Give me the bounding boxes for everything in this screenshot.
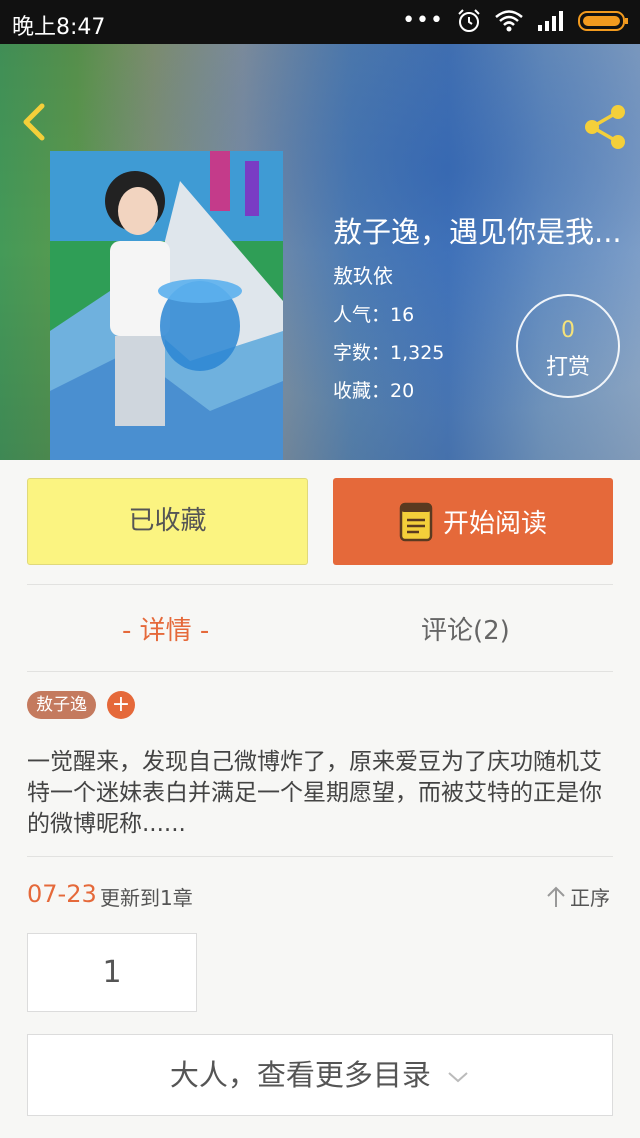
status-bar: 晚上8:47 ••• xyxy=(0,0,640,44)
alarm-icon xyxy=(458,9,480,32)
divider xyxy=(27,856,613,857)
tab-comments[interactable]: 评论(2) xyxy=(421,610,510,647)
book-cover[interactable] xyxy=(50,151,283,460)
back-icon[interactable] xyxy=(16,102,52,142)
favorited-button[interactable]: 已收藏 xyxy=(27,478,308,565)
start-reading-label: 开始阅读 xyxy=(442,509,547,539)
wifi-icon xyxy=(495,10,523,32)
tip-count: 0 xyxy=(561,318,575,343)
book-header: 敖子逸，遇见你是我... 敖玖依 人气：16 字数：1,325 收藏：20 0 … xyxy=(0,44,640,460)
tab-details[interactable]: - 详情 - xyxy=(122,610,209,647)
more-catalog-label: 大人，查看更多目录 xyxy=(169,1058,431,1092)
update-status: 更新到1章 xyxy=(100,886,193,910)
divider xyxy=(27,584,613,585)
word-count-stat: 字数：1,325 xyxy=(333,342,445,364)
chevron-down-icon xyxy=(448,1072,468,1083)
tip-button[interactable]: 0 打赏 xyxy=(516,294,620,398)
more-dots-icon: ••• xyxy=(402,8,444,33)
favorites-stat: 收藏：20 xyxy=(333,380,415,402)
sort-label: 正序 xyxy=(570,886,610,910)
popularity-stat: 人气：16 xyxy=(333,304,415,326)
status-time: 晚上8:47 xyxy=(12,15,106,40)
chapter-item[interactable]: 1 xyxy=(27,933,197,1012)
cover-image xyxy=(50,151,283,460)
share-icon[interactable] xyxy=(582,104,628,150)
tip-label: 打赏 xyxy=(545,355,590,380)
arrow-up-icon xyxy=(547,886,565,907)
update-date: 07-23 xyxy=(27,880,97,908)
start-reading-button[interactable]: 开始阅读 xyxy=(333,478,613,565)
add-tag-button[interactable]: + xyxy=(107,691,135,719)
tag-chip[interactable]: 敖子逸 xyxy=(27,691,96,719)
book-description: 一觉醒来，发现自己微博炸了，原来爱豆为了庆功随机艾特一个迷妹表白并满足一个星期愿… xyxy=(27,749,602,837)
divider xyxy=(27,671,613,672)
book-author[interactable]: 敖玖依 xyxy=(333,260,393,289)
more-catalog-button[interactable]: 大人，查看更多目录 xyxy=(27,1034,613,1116)
book-icon xyxy=(399,502,433,541)
status-icons: ••• xyxy=(402,8,630,34)
battery-icon xyxy=(578,11,628,31)
signal-icon xyxy=(538,11,563,31)
sort-button[interactable]: 正序 xyxy=(546,882,610,911)
book-title: 敖子逸，遇见你是我... xyxy=(333,215,622,249)
